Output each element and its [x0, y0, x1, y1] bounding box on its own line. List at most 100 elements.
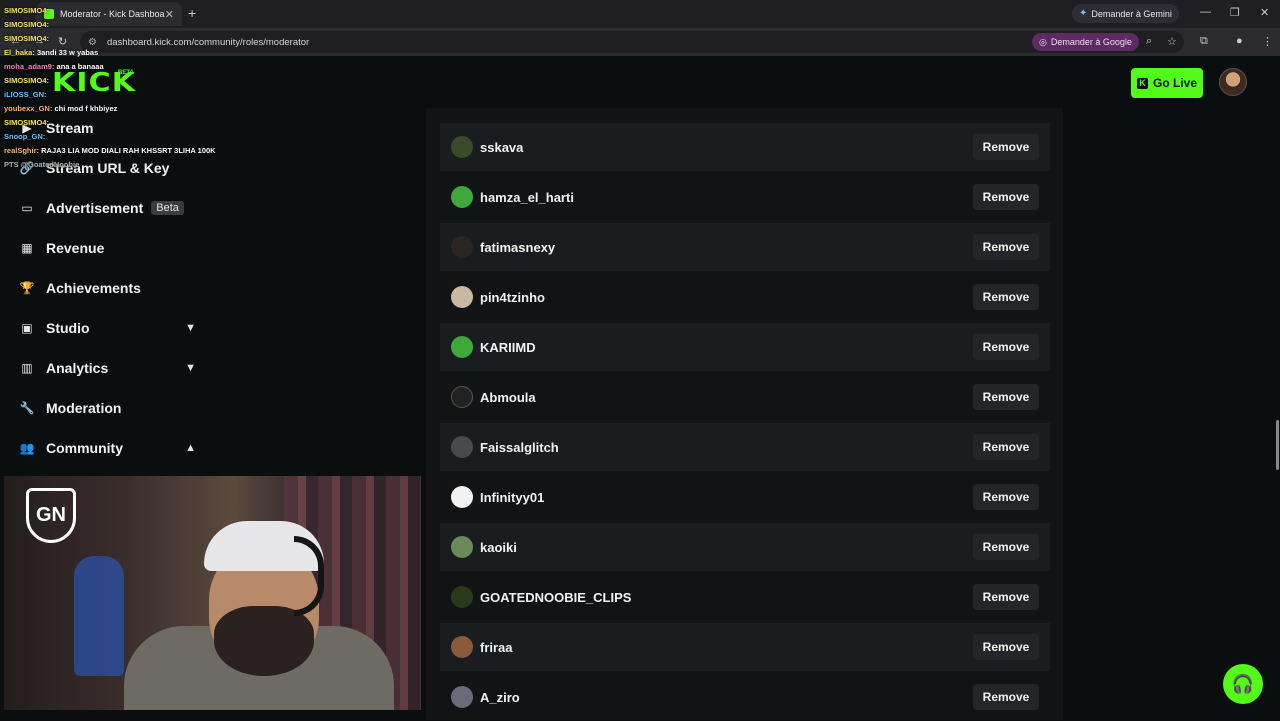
go-live-button[interactable]: K Go Live — [1131, 68, 1203, 98]
moderator-name[interactable]: pin4tzinho — [480, 290, 973, 305]
restore-icon[interactable]: ❐ — [1230, 6, 1240, 19]
beta-badge: Beta — [151, 201, 184, 215]
minimize-icon[interactable]: — — [1200, 6, 1211, 18]
chevron-up-icon: ▲ — [185, 442, 196, 454]
sidebar-item-analytics[interactable]: ▥ Analytics ▼ — [18, 356, 208, 380]
avatar[interactable] — [451, 136, 473, 158]
avatar[interactable] — [451, 386, 473, 408]
avatar[interactable] — [451, 286, 473, 308]
avatar[interactable] — [451, 486, 473, 508]
moderator-name[interactable]: sskava — [480, 140, 973, 155]
ask-google-button[interactable]: ◎ Demander à Google — [1032, 33, 1139, 51]
moderator-row: friraa Remove — [440, 623, 1050, 671]
gn-logo: GN — [26, 488, 76, 543]
moderator-row: kaoiki Remove — [440, 523, 1050, 571]
logo-beta-tag: BETA — [118, 70, 134, 76]
sidebar-item-moderation[interactable]: 🔧 Moderation — [18, 396, 208, 420]
zoom-icon[interactable]: ⌕ — [1146, 35, 1152, 48]
moderator-name[interactable]: Abmoula — [480, 390, 973, 405]
avatar[interactable] — [451, 536, 473, 558]
new-tab-icon[interactable]: + — [188, 5, 196, 21]
moderator-name[interactable]: KARIIMD — [480, 340, 973, 355]
tab-title: Moderator - Kick Dashboard — [60, 9, 165, 19]
moderator-row: Infinityy01 Remove — [440, 473, 1050, 521]
browser-tabbar: Moderator - Kick Dashboard ✕ + ✦ Demande… — [0, 0, 1280, 28]
moderator-list: sskava Remove hamza_el_harti Remove fati… — [426, 108, 1063, 720]
remove-button[interactable]: Remove — [973, 384, 1039, 410]
avatar[interactable] — [451, 336, 473, 358]
headset-icon: 🎧 — [1231, 673, 1255, 694]
remove-button[interactable]: Remove — [973, 134, 1039, 160]
remove-button[interactable]: Remove — [973, 184, 1039, 210]
sidebar-item-label: Community — [46, 440, 123, 456]
moderator-name[interactable]: Faissalglitch — [480, 440, 973, 455]
dashboard-page: KICK BETA K Go Live ▶ Stream 🔗 Stream UR… — [0, 56, 1280, 720]
community-icon: 👥 — [19, 441, 35, 455]
profile-icon[interactable]: ● — [1236, 35, 1243, 47]
avatar[interactable] — [1219, 68, 1247, 96]
sidebar-item-stream[interactable]: ▶ Stream — [18, 116, 208, 140]
close-tab-icon[interactable]: ✕ — [165, 8, 174, 21]
sidebar-item-label: Stream — [46, 120, 94, 136]
sidebar-item-achievements[interactable]: 🏆 Achievements — [18, 276, 208, 300]
remove-button[interactable]: Remove — [973, 684, 1039, 710]
sidebar-item-label: Stream URL & Key — [46, 160, 170, 176]
moderator-name[interactable]: hamza_el_harti — [480, 190, 973, 205]
remove-button[interactable]: Remove — [973, 334, 1039, 360]
page-scrollbar[interactable] — [1276, 420, 1279, 470]
moderator-row: pin4tzinho Remove — [440, 273, 1050, 321]
close-window-icon[interactable]: ✕ — [1260, 6, 1269, 19]
browser-tab[interactable]: Moderator - Kick Dashboard ✕ — [36, 2, 182, 26]
moderator-name[interactable]: Infinityy01 — [480, 490, 973, 505]
back-icon[interactable]: ← — [10, 35, 21, 47]
remove-button[interactable]: Remove — [973, 284, 1039, 310]
moderator-row: Abmoula Remove — [440, 373, 1050, 421]
moderator-row: A_ziro Remove — [440, 673, 1050, 721]
remove-button[interactable]: Remove — [973, 234, 1039, 260]
sidebar-item-community[interactable]: 👥 Community ▲ — [18, 436, 208, 460]
moderator-name[interactable]: friraa — [480, 640, 973, 655]
moderator-name[interactable]: A_ziro — [480, 690, 973, 705]
streamer-beard — [214, 606, 314, 676]
moderator-row: GOATEDNOOBIE_CLIPS Remove — [440, 573, 1050, 621]
remove-button[interactable]: Remove — [973, 434, 1039, 460]
sidebar-item-revenue[interactable]: ▦ Revenue — [18, 236, 208, 260]
avatar[interactable] — [451, 586, 473, 608]
analytics-icon: ▥ — [21, 361, 33, 375]
reload-icon[interactable]: ↻ — [58, 35, 67, 48]
site-info-icon[interactable]: ⚙ — [88, 37, 97, 48]
extensions-icon[interactable]: ⧉ — [1200, 35, 1208, 48]
url-bar[interactable]: ⚙ dashboard.kick.com/community/roles/mod… — [80, 31, 1184, 53]
go-live-label: Go Live — [1152, 76, 1197, 90]
moderator-name[interactable]: kaoiki — [480, 540, 973, 555]
avatar[interactable] — [451, 636, 473, 658]
remove-button[interactable]: Remove — [973, 584, 1039, 610]
moderator-name[interactable]: fatimasnexy — [480, 240, 973, 255]
sidebar-item-label: Advertisement — [46, 200, 144, 216]
sidebar-item-advertisement[interactable]: ▭ Advertisement Beta — [18, 196, 208, 220]
avatar[interactable] — [451, 436, 473, 458]
moderator-row: KARIIMD Remove — [440, 323, 1050, 371]
forward-icon[interactable]: → — [34, 35, 45, 47]
moderator-name[interactable]: GOATEDNOOBIE_CLIPS — [480, 590, 973, 605]
gemini-button[interactable]: ✦ Demander à Gemini — [1072, 4, 1179, 23]
sidebar-item-label: Achievements — [46, 280, 141, 296]
help-chat-button[interactable]: 🎧 — [1223, 664, 1263, 704]
sidebar-item-studio[interactable]: ▣ Studio ▼ — [18, 316, 208, 340]
avatar[interactable] — [451, 236, 473, 258]
sidebar-item-stream-url-key[interactable]: 🔗 Stream URL & Key — [18, 156, 208, 180]
remove-button[interactable]: Remove — [973, 484, 1039, 510]
remove-button[interactable]: Remove — [973, 534, 1039, 560]
wrench-icon: 🔧 — [19, 401, 35, 415]
browser-menu-icon[interactable]: ⋮ — [1262, 35, 1273, 48]
link-icon: 🔗 — [19, 161, 35, 175]
remove-button[interactable]: Remove — [973, 634, 1039, 660]
sidebar-item-label: Studio — [46, 320, 90, 336]
bookmark-star-icon[interactable]: ☆ — [1167, 35, 1177, 48]
avatar[interactable] — [451, 686, 473, 708]
moderator-row: Faissalglitch Remove — [440, 423, 1050, 471]
avatar[interactable] — [451, 186, 473, 208]
moderator-row: sskava Remove — [440, 123, 1050, 171]
kick-favicon-icon — [44, 9, 54, 19]
figure-toy — [74, 556, 124, 676]
